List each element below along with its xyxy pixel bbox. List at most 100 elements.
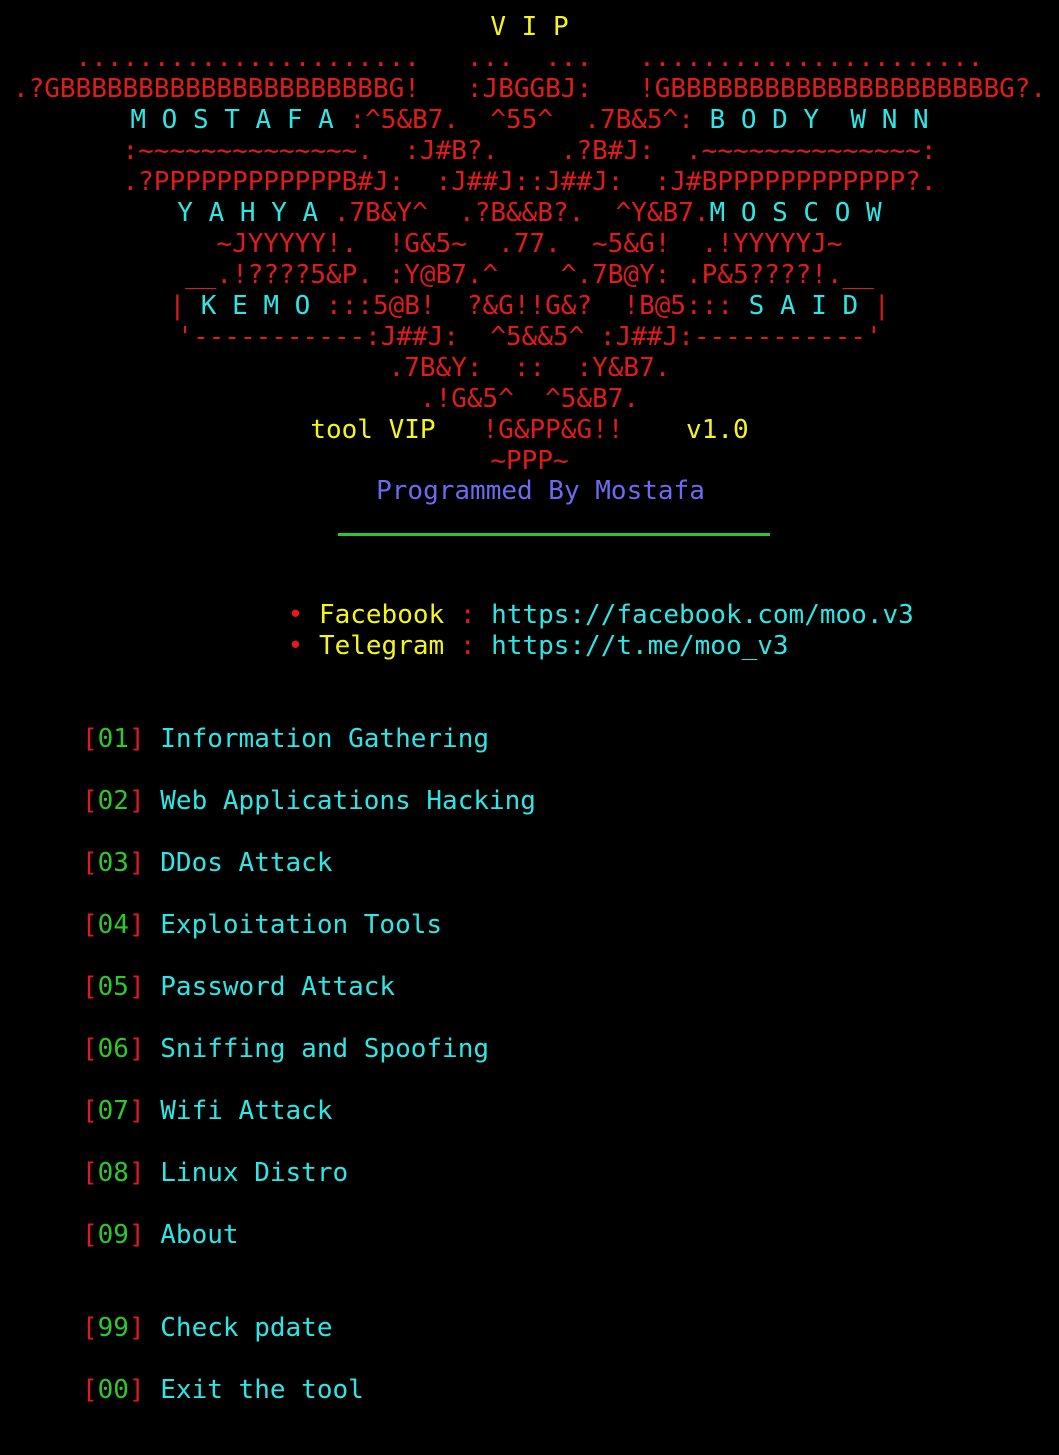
bracket-open: [ xyxy=(82,1158,98,1188)
link-facebook[interactable]: • Facebook : https://facebook.com/moo.v3 xyxy=(225,569,914,630)
menu-number: 09 xyxy=(97,1220,129,1250)
menu-number: 08 xyxy=(97,1158,129,1188)
menu-number: 01 xyxy=(97,724,129,754)
banner-art-segment: B O D Y W N N xyxy=(709,105,929,135)
banner-art-segment: '-----------:J##J: ^5&&5^ :J##J:--------… xyxy=(177,322,882,352)
bracket-open: [ xyxy=(82,848,98,878)
bracket-close: ] xyxy=(128,1313,145,1343)
menu-number: 04 xyxy=(97,910,129,940)
banner-art-segment: ...................... ... ... .........… xyxy=(75,43,984,73)
banner-art-segment: .7B&Y: :: :Y&B7. xyxy=(388,353,671,383)
bracket-open: [ xyxy=(82,1375,98,1405)
menu-number: 07 xyxy=(97,1096,129,1126)
menu-item-09[interactable]: [09] About xyxy=(82,1220,239,1251)
banner-art-segment: Y A H Y A xyxy=(177,198,334,228)
banner-art-line: Y A H Y A .7B&Y^ .?B&&B?. ^Y&B7.M O S C … xyxy=(0,198,1059,229)
banner-art-segment: v1.0 xyxy=(623,415,749,445)
link-label: Telegram xyxy=(318,631,445,661)
banner-art-segment: .7B&Y^ .?B&&B?. ^Y&B7. xyxy=(333,198,710,228)
menu-number: 06 xyxy=(97,1034,129,1064)
bracket-open: [ xyxy=(82,910,98,940)
bullet-icon: • xyxy=(287,631,304,661)
bracket-close: ] xyxy=(128,1375,145,1405)
banner-art-line: .?PPPPPPPPPPPPB#J: :J##J::J##J: :J#BPPPP… xyxy=(0,167,1059,198)
menu-item-08[interactable]: [08] Linux Distro xyxy=(82,1158,348,1189)
banner-art-line: ~JYYYYY!. !G&5~ .77. ~5&G! .!YYYYYJ~ xyxy=(0,229,1059,260)
bracket-close: ] xyxy=(128,1158,145,1188)
banner-art-segment: tool VIP xyxy=(310,415,483,445)
menu-number: 02 xyxy=(97,786,129,816)
bracket-open: [ xyxy=(82,1313,98,1343)
bracket-close: ] xyxy=(128,1220,145,1250)
banner-art-segment: .?GBBBBBBBBBBBBBBBBBBBBBG! :JBGGBJ: !GBB… xyxy=(12,74,1047,104)
menu-label: Exit the tool xyxy=(160,1375,364,1405)
bracket-close: ] xyxy=(128,786,145,816)
banner-art-line: :~~~~~~~~~~~~~~. :J#B?. .?B#J: .~~~~~~~~… xyxy=(0,136,1059,167)
link-separator: : xyxy=(459,631,476,661)
banner-art-segment: S A I D xyxy=(748,291,874,321)
bracket-open: [ xyxy=(82,972,98,1002)
bracket-close: ] xyxy=(128,1096,145,1126)
banner-art-segment: K E M O xyxy=(200,291,326,321)
banner-art-segment: .!G&5^ ^5&B7. xyxy=(419,384,640,414)
menu-item-99[interactable]: [99] Check pdate xyxy=(82,1313,332,1344)
banner-art-segment: | xyxy=(873,291,890,321)
banner-art-segment: | xyxy=(169,291,201,321)
menu-number: 99 xyxy=(97,1313,129,1343)
banner-art-segment: !G&PP&G!! xyxy=(482,415,624,445)
menu-item-01[interactable]: [01] Information Gathering xyxy=(82,724,489,755)
menu-item-00[interactable]: [00] Exit the tool xyxy=(82,1375,364,1406)
bracket-open: [ xyxy=(82,786,98,816)
menu-item-04[interactable]: [04] Exploitation Tools xyxy=(82,910,442,941)
menu-number: 03 xyxy=(97,848,129,878)
banner-art-segment: ~PPP~ xyxy=(490,446,569,476)
bracket-open: [ xyxy=(82,1034,98,1064)
banner-art-segment: :::5@B! ?&G!!G&? !B@5::: xyxy=(326,291,749,321)
menu-label: DDos Attack xyxy=(160,848,333,878)
banner-art-line: .!G&5^ ^5&B7. xyxy=(0,384,1059,415)
banner-art-segment: ~JYYYYY!. !G&5~ .77. ~5&G! .!YYYYYJ~ xyxy=(216,229,843,259)
banner-art-segment: __.!????5&P. :Y@B7.^ ^.7B@Y: .P&5????!._… xyxy=(185,260,874,290)
menu-item-06[interactable]: [06] Sniffing and Spoofing xyxy=(82,1034,489,1065)
bracket-open: [ xyxy=(82,1220,98,1250)
banner-art-segment: M O S T A F A xyxy=(130,105,350,135)
link-telegram[interactable]: • Telegram : https://t.me/moo_v3 xyxy=(225,600,789,661)
menu-label: Linux Distro xyxy=(160,1158,349,1188)
banner-art-line: '-----------:J##J: ^5&&5^ :J##J:--------… xyxy=(0,322,1059,353)
link-url[interactable]: https://t.me/moo_v3 xyxy=(491,631,788,661)
banner-art-segment: .?PPPPPPPPPPPPB#J: :J##J::J##J: :J#BPPPP… xyxy=(122,167,937,197)
bracket-close: ] xyxy=(128,910,145,940)
divider-line xyxy=(338,533,770,536)
menu-number: 00 xyxy=(97,1375,129,1405)
menu-label: Password Attack xyxy=(160,972,396,1002)
bracket-close: ] xyxy=(128,848,145,878)
banner-title: V I P xyxy=(490,12,569,42)
banner-art-segment: :^5&B7. ^55^ .7B&5^: xyxy=(349,105,710,135)
menu-item-05[interactable]: [05] Password Attack xyxy=(82,972,395,1003)
menu-number: 05 xyxy=(97,972,129,1002)
bracket-close: ] xyxy=(128,1034,145,1064)
bracket-close: ] xyxy=(128,972,145,1002)
banner-art-line: ...................... ... ... .........… xyxy=(0,43,1059,74)
banner-credit: Programmed By Mostafa xyxy=(376,476,705,506)
bracket-open: [ xyxy=(82,1096,98,1126)
menu-item-03[interactable]: [03] DDos Attack xyxy=(82,848,332,879)
menu-label: Web Applications Hacking xyxy=(160,786,536,816)
banner-art-line: | K E M O :::5@B! ?&G!!G&? !B@5::: S A I… xyxy=(0,291,1059,322)
menu-item-07[interactable]: [07] Wifi Attack xyxy=(82,1096,332,1127)
banner-art-line: M O S T A F A :^5&B7. ^55^ .7B&5^: B O D… xyxy=(0,105,1059,136)
menu-label: About xyxy=(160,1220,239,1250)
menu-label: Wifi Attack xyxy=(160,1096,333,1126)
banner-art-line: .?GBBBBBBBBBBBBBBBBBBBBBG! :JBGGBJ: !GBB… xyxy=(0,74,1059,105)
terminal-screen: V I P ...................... ... ... ...… xyxy=(0,0,1059,1455)
menu-item-02[interactable]: [02] Web Applications Hacking xyxy=(82,786,536,817)
banner-art-segment: :~~~~~~~~~~~~~~. :J#B?. .?B#J: .~~~~~~~~… xyxy=(122,136,937,166)
banner-art-line: tool VIP !G&PP&G!! v1.0 xyxy=(0,415,1059,446)
banner-art-line: .7B&Y: :: :Y&B7. xyxy=(0,353,1059,384)
menu-label: Check pdate xyxy=(160,1313,333,1343)
bracket-open: [ xyxy=(82,724,98,754)
banner-art-line: ~PPP~ xyxy=(0,446,1059,477)
menu-label: Sniffing and Spoofing xyxy=(160,1034,490,1064)
banner-art-line: __.!????5&P. :Y@B7.^ ^.7B@Y: .P&5????!._… xyxy=(0,260,1059,291)
bracket-close: ] xyxy=(128,724,145,754)
